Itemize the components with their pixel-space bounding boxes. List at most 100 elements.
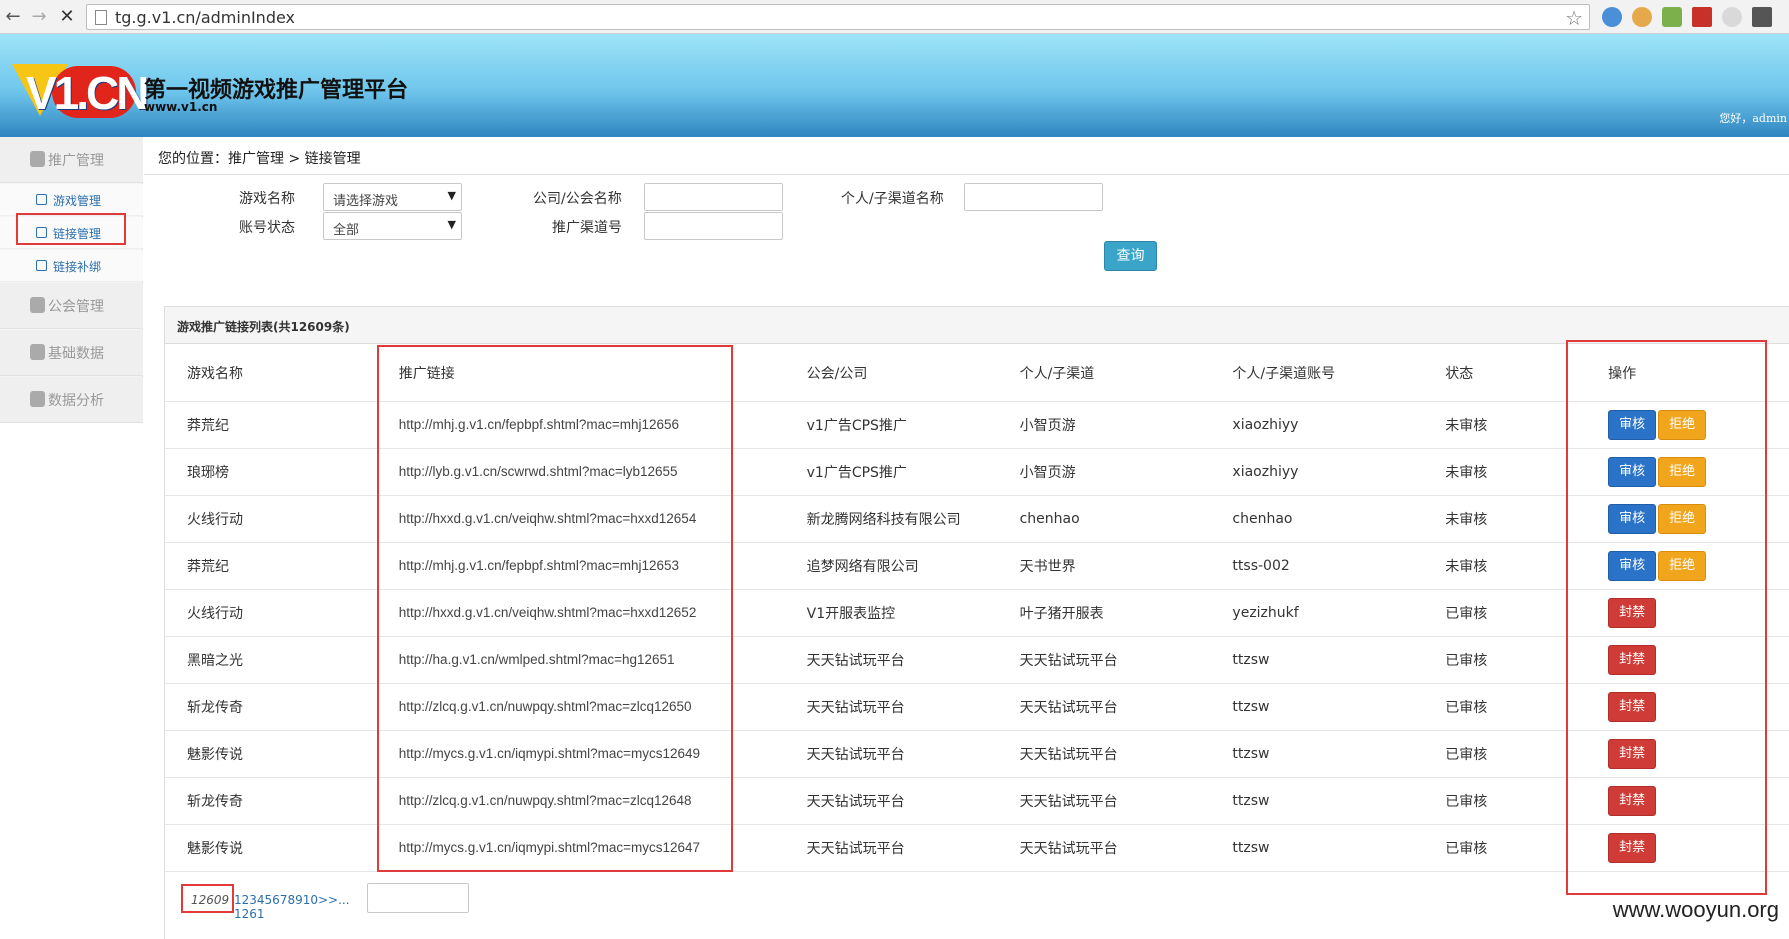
site-subtitle: www.v1.cn	[144, 100, 218, 114]
company-cell: 天天钻试玩平台	[784, 730, 998, 778]
channel-account-cell: ttzsw	[1210, 636, 1424, 684]
game-name-cell: 火线行动	[165, 589, 377, 637]
channel-account-cell: chenhao	[1210, 495, 1424, 543]
breadcrumb: 您的位置：推广管理 > 链接管理	[144, 137, 1789, 175]
status-cell: 已审核	[1423, 589, 1587, 637]
sidebar-group-guild[interactable]: 公会管理	[0, 283, 143, 329]
channel-cell: 小智页游	[997, 401, 1211, 449]
account-status-select[interactable]: 全部 ▼	[323, 212, 462, 240]
channel-account-cell: yezizhukf	[1210, 589, 1424, 637]
url-text[interactable]: tg.g.v1.cn/adminIndex	[115, 8, 295, 27]
sidebar-item-link-rebind[interactable]: 链接补绑	[0, 250, 143, 282]
site-header: V1.CN 第一视频游戏推广管理平台 www.v1.cn 您好，admin	[0, 34, 1789, 137]
channel-cell: 天天钻试玩平台	[997, 824, 1211, 872]
sidebar-item-games[interactable]: 游戏管理	[0, 184, 143, 216]
channel-cell: 天天钻试玩平台	[997, 730, 1211, 778]
channel-no-input[interactable]	[644, 212, 783, 240]
extension-ip-icon[interactable]	[1722, 7, 1742, 27]
back-icon[interactable]: ←	[2, 6, 24, 28]
breadcrumb-text: 您的位置：推广管理 > 链接管理	[158, 151, 361, 167]
stop-icon[interactable]: ✕	[56, 6, 78, 28]
book-icon	[30, 344, 45, 360]
sidebar-group-basic-data[interactable]: 基础数据	[0, 330, 143, 376]
highlight-box-pager	[181, 884, 234, 913]
panel-header: 游戏推广链接列表(共12609条)	[165, 306, 1789, 344]
status-cell: 未审核	[1423, 448, 1587, 496]
sidebar-group-analytics[interactable]: 数据分析	[0, 377, 143, 423]
book-icon	[30, 391, 45, 407]
channel-cell: 叶子猪开服表	[997, 589, 1211, 637]
page-icon	[95, 10, 107, 25]
channel-account-cell: ttzsw	[1210, 824, 1424, 872]
channel-cell: 天天钻试玩平台	[997, 777, 1211, 825]
dropdown-arrow-icon: ▼	[447, 218, 456, 231]
person-label: 个人/子渠道名称	[841, 191, 944, 207]
game-name-label: 游戏名称	[239, 191, 295, 207]
pager-links[interactable]: 12345678910>>... 1261	[234, 893, 350, 921]
highlight-box-links	[377, 345, 733, 872]
page-jump-input[interactable]	[367, 883, 469, 913]
company-cell: V1开服表监控	[784, 589, 998, 637]
channel-account-cell: xiaozhiyy	[1210, 401, 1424, 449]
company-cell: 追梦网络有限公司	[784, 542, 998, 590]
status-cell: 已审核	[1423, 683, 1587, 731]
highlight-box-sidebar	[16, 213, 126, 245]
channel-account-cell: ttzsw	[1210, 683, 1424, 731]
filter-form: 游戏名称 请选择游戏 ▼ 账号状态 全部 ▼ 公司/公会名称 推广渠道号 个人/…	[144, 176, 1789, 304]
user-icon	[30, 151, 45, 167]
panel-title: 游戏推广链接列表(共12609条)	[177, 320, 350, 334]
column-header: 公会/公司	[784, 345, 998, 402]
company-cell: v1广告CPS推广	[784, 401, 998, 449]
company-cell: v1广告CPS推广	[784, 448, 998, 496]
game-name-cell: 魅影传说	[165, 824, 377, 872]
person-input[interactable]	[964, 183, 1103, 211]
game-name-cell: 黑暗之光	[165, 636, 377, 684]
browser-toolbar: ← → ✕ tg.g.v1.cn/adminIndex ☆	[0, 0, 1789, 34]
forward-icon[interactable]: →	[28, 6, 50, 28]
company-cell: 天天钻试玩平台	[784, 636, 998, 684]
highlight-box-actions	[1566, 340, 1767, 895]
company-input[interactable]	[644, 183, 783, 211]
column-header: 个人/子渠道账号	[1210, 345, 1424, 402]
game-name-cell: 斩龙传奇	[165, 683, 377, 731]
channel-cell: 小智页游	[997, 448, 1211, 496]
dropdown-arrow-icon: ▼	[447, 189, 456, 202]
channel-account-cell: ttss-002	[1210, 542, 1424, 590]
company-cell: 天天钻试玩平台	[784, 824, 998, 872]
column-header: 状态	[1423, 345, 1587, 402]
extension-search-icon[interactable]	[1602, 7, 1622, 27]
user-greeting: 您好，admin	[1719, 112, 1787, 125]
column-header: 个人/子渠道	[997, 345, 1211, 402]
game-name-cell: 琅琊榜	[165, 448, 377, 496]
channel-cell: 天书世界	[997, 542, 1211, 590]
address-bar[interactable]: tg.g.v1.cn/adminIndex ☆	[86, 4, 1590, 30]
query-button[interactable]: 查询	[1104, 241, 1157, 271]
watermark: www.wooyun.org	[1612, 897, 1779, 922]
status-cell: 未审核	[1423, 401, 1587, 449]
column-header: 游戏名称	[165, 345, 377, 402]
channel-account-cell: ttzsw	[1210, 730, 1424, 778]
status-cell: 已审核	[1423, 636, 1587, 684]
game-name-cell: 魅影传说	[165, 730, 377, 778]
company-cell: 天天钻试玩平台	[784, 683, 998, 731]
edit-icon	[36, 260, 47, 271]
company-label: 公司/公会名称	[533, 191, 622, 207]
status-cell: 已审核	[1423, 824, 1587, 872]
sidebar-group-promotion[interactable]: 推广管理	[0, 137, 143, 183]
edit-icon	[36, 194, 47, 205]
company-cell: 天天钻试玩平台	[784, 777, 998, 825]
extension-ticket-icon[interactable]	[1662, 7, 1682, 27]
status-cell: 未审核	[1423, 542, 1587, 590]
channel-account-cell: ttzsw	[1210, 777, 1424, 825]
account-status-label: 账号状态	[239, 220, 295, 236]
bookmark-star-icon[interactable]: ☆	[1565, 6, 1583, 30]
extension-flag-icon[interactable]	[1692, 7, 1712, 27]
user-icon	[30, 297, 45, 313]
game-select[interactable]: 请选择游戏 ▼	[323, 183, 462, 211]
status-cell: 已审核	[1423, 730, 1587, 778]
channel-cell: 天天钻试玩平台	[997, 636, 1211, 684]
sidebar: 推广管理 游戏管理 链接管理 链接补绑 公会管理 基础数据 数据分析	[0, 137, 143, 423]
extension-cookie-icon[interactable]	[1632, 7, 1652, 27]
site-logo[interactable]: V1.CN	[12, 64, 149, 120]
extension-bug-icon[interactable]	[1752, 7, 1772, 27]
